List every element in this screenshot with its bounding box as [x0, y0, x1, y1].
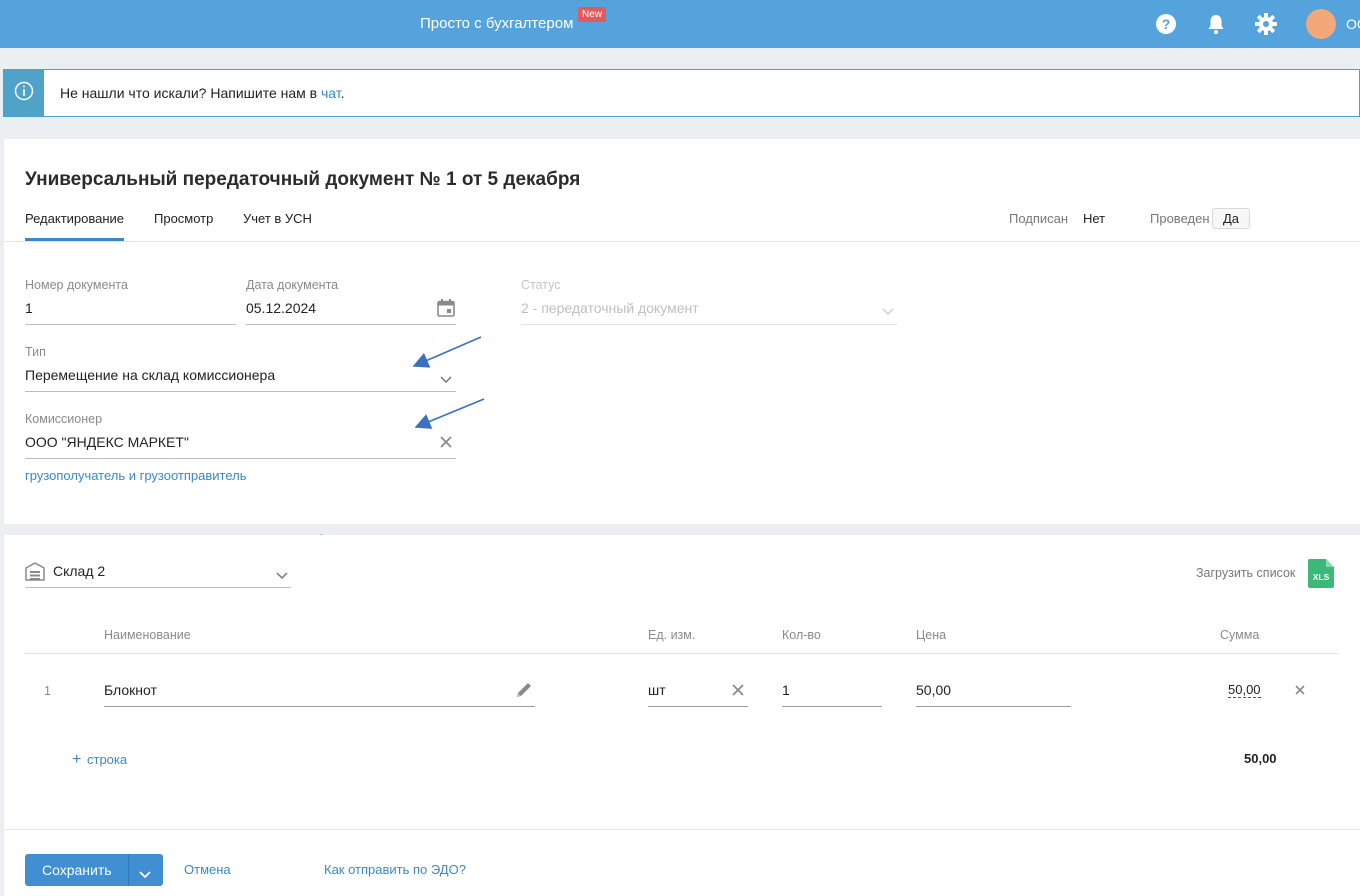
warehouse-underline	[25, 587, 291, 588]
table-header-divider	[25, 653, 1338, 654]
column-name-header: Наименование	[104, 628, 191, 642]
chevron-down-icon[interactable]	[139, 866, 151, 884]
chevron-down-icon[interactable]	[276, 567, 288, 585]
delete-row-icon[interactable]	[1294, 683, 1306, 701]
edo-help-link[interactable]: Как отправить по ЭДО?	[324, 862, 466, 877]
qty-input[interactable]: 1	[782, 682, 790, 698]
price-underline	[916, 706, 1071, 707]
price-input[interactable]: 50,00	[916, 682, 951, 698]
xls-icon[interactable]: XLS	[1308, 559, 1334, 588]
column-price-header: Цена	[916, 628, 947, 642]
item-name-underline	[104, 706, 535, 707]
unit-input[interactable]: шт	[648, 682, 666, 698]
save-button-label[interactable]: Сохранить	[42, 862, 112, 878]
row-sum[interactable]: 50,00	[1228, 682, 1261, 698]
warehouse-select[interactable]: Склад 2	[53, 563, 105, 579]
pencil-icon[interactable]	[514, 680, 534, 705]
save-split-divider	[128, 854, 129, 886]
warehouse-icon	[25, 561, 45, 586]
item-name-input[interactable]: Блокнот	[104, 682, 157, 698]
items-card	[4, 535, 1360, 896]
footer-divider	[4, 829, 1360, 830]
plus-icon[interactable]: +	[72, 751, 81, 769]
column-qty-header: Кол-во	[782, 628, 821, 642]
column-sum-header: Сумма	[1220, 628, 1260, 642]
cancel-button[interactable]: Отмена	[184, 862, 231, 877]
qty-underline	[782, 706, 882, 707]
column-unit-header: Ед. изм.	[648, 628, 696, 642]
total-sum: 50,00	[1244, 751, 1277, 766]
svg-text:XLS: XLS	[1313, 572, 1330, 582]
unit-underline	[648, 706, 748, 707]
row-index: 1	[44, 684, 51, 698]
clear-icon[interactable]	[731, 683, 745, 702]
upload-list-link[interactable]: Загрузить список	[1196, 566, 1295, 580]
add-row-link[interactable]: строка	[87, 752, 127, 767]
